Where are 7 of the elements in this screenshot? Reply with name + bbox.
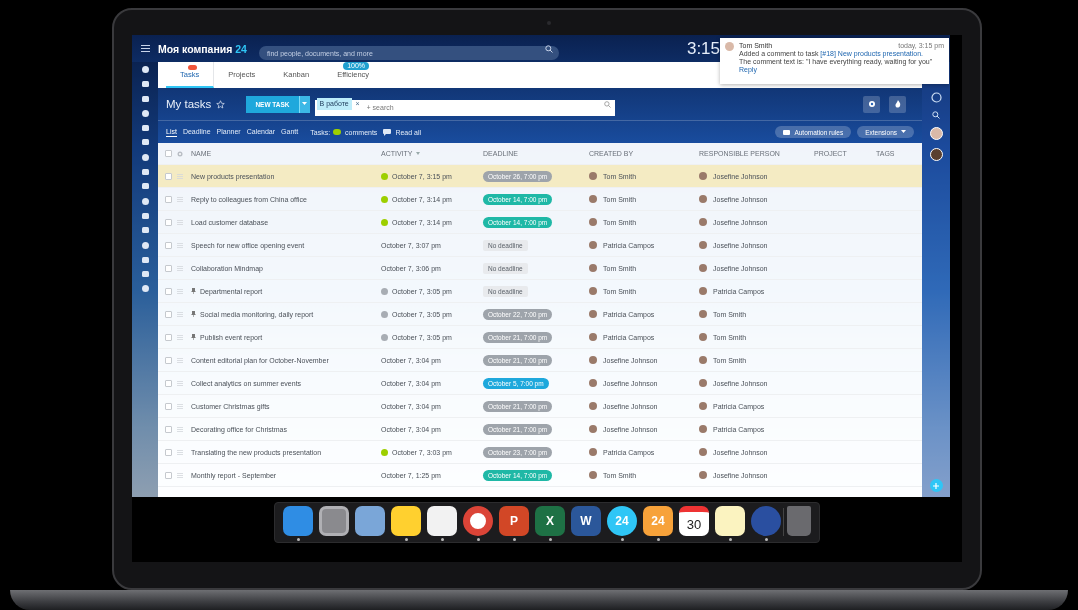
company-name[interactable]: Моя компания 24 bbox=[158, 42, 247, 55]
letter-app-icon[interactable]: X bbox=[535, 506, 565, 536]
letter-app-icon[interactable]: W bbox=[571, 506, 601, 536]
calendar-app-icon[interactable]: 30 bbox=[679, 506, 709, 536]
clock-time: 3:15 bbox=[686, 38, 721, 59]
page-title: My tasks bbox=[166, 98, 212, 110]
letter-app-icon[interactable]: P bbox=[499, 506, 529, 536]
